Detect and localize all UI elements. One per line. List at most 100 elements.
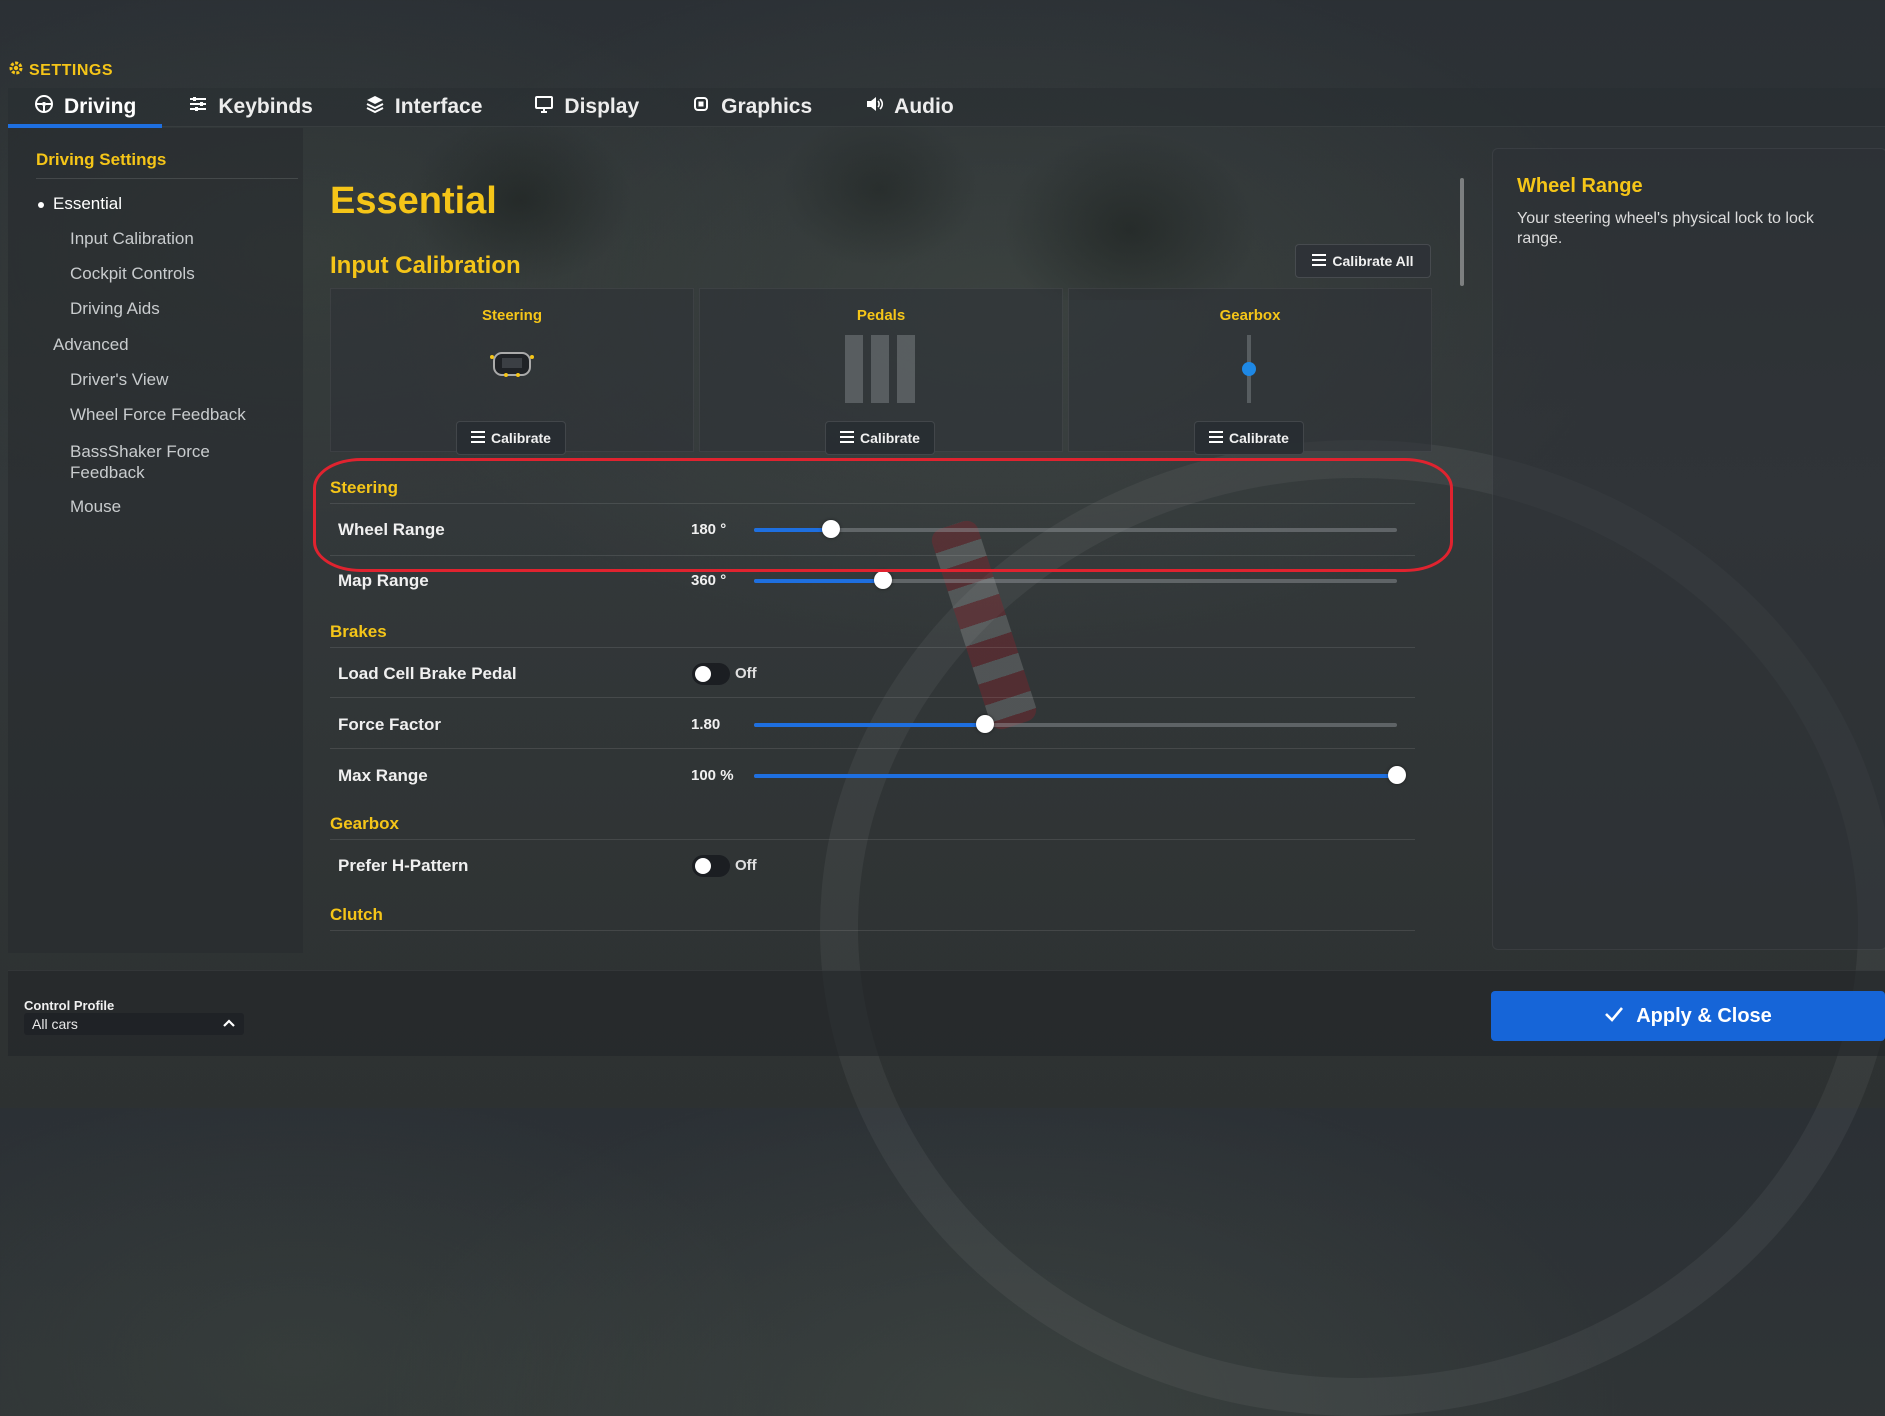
map-range-slider[interactable] bbox=[754, 571, 1397, 589]
speaker-icon bbox=[864, 94, 884, 120]
apply-close-button[interactable]: Apply & Close bbox=[1491, 991, 1885, 1041]
tab-graphics[interactable]: Graphics bbox=[665, 88, 838, 126]
red-highlight-annotation bbox=[313, 458, 1453, 572]
list-icon bbox=[1209, 430, 1224, 446]
tab-bar: Driving Keybinds Interface Display Graph… bbox=[8, 88, 1885, 128]
apply-close-label: Apply & Close bbox=[1636, 1004, 1772, 1027]
sidebar-divider bbox=[36, 178, 298, 179]
sidebar-item-bassshaker-force-feedback[interactable]: BassShaker Force Feedback bbox=[70, 441, 210, 483]
pedals-graphic-icon bbox=[843, 335, 919, 410]
force-factor-label: Force Factor bbox=[338, 715, 441, 734]
tab-label: Graphics bbox=[721, 95, 813, 118]
slider-knob[interactable] bbox=[1388, 766, 1406, 784]
control-profile-value: All cars bbox=[32, 1016, 78, 1032]
monitor-icon bbox=[534, 94, 554, 120]
tab-label: Interface bbox=[394, 95, 483, 118]
brakes-section-title: Brakes bbox=[330, 622, 387, 641]
toggle-knob bbox=[695, 666, 711, 682]
pedals-card-title: Pedals bbox=[856, 307, 906, 324]
clutch-section-title: Clutch bbox=[330, 905, 383, 924]
steering-calibrate-button[interactable]: Calibrate bbox=[456, 421, 566, 455]
tab-label: Audio bbox=[894, 95, 954, 118]
tab-display[interactable]: Display bbox=[508, 88, 665, 126]
input-calibration-title: Input Calibration bbox=[330, 252, 521, 279]
max-range-value: 100 % bbox=[691, 767, 734, 784]
gearbox-calibrate-button[interactable]: Calibrate bbox=[1194, 421, 1304, 455]
sidebar-item-cockpit-controls[interactable]: Cockpit Controls bbox=[70, 264, 195, 284]
layers-icon bbox=[365, 94, 385, 120]
steering-card-title: Steering bbox=[481, 307, 542, 324]
sidebar: Driving Settings Essential Input Calibra… bbox=[8, 128, 303, 953]
gearbox-card-title: Gearbox bbox=[1219, 307, 1281, 324]
gearbox-card: Gearbox Calibrate bbox=[1068, 288, 1432, 455]
max-range-slider[interactable] bbox=[754, 766, 1406, 784]
slider-knob[interactable] bbox=[873, 571, 892, 589]
sidebar-item-mouse[interactable]: Mouse bbox=[70, 497, 121, 517]
slider-fill bbox=[754, 774, 1397, 778]
force-factor-value: 1.80 bbox=[691, 716, 721, 733]
chevron-up-icon bbox=[222, 1016, 236, 1035]
checkmark-icon bbox=[1604, 1005, 1624, 1028]
steering-wheel-icon bbox=[34, 94, 54, 120]
pedals-calibrate-button[interactable]: Calibrate bbox=[825, 421, 935, 455]
divider bbox=[330, 748, 1415, 749]
control-profile-label: Control Profile bbox=[24, 998, 115, 1013]
steering-wheel-graphic-icon bbox=[484, 345, 540, 386]
divider bbox=[330, 839, 1415, 840]
prefer-h-pattern-state: Off bbox=[735, 857, 757, 874]
sidebar-item-driving-aids[interactable]: Driving Aids bbox=[70, 299, 160, 319]
toggle-knob bbox=[695, 858, 711, 874]
map-range-value: 360 ° bbox=[691, 572, 727, 589]
footer-bar: Control Profile All cars Apply & Close bbox=[8, 970, 1885, 1056]
sidebar-item-wheel-force-feedback[interactable]: Wheel Force Feedback bbox=[70, 405, 246, 425]
list-icon bbox=[840, 430, 855, 446]
scrollbar-thumb[interactable] bbox=[1460, 178, 1464, 286]
sidebar-item-drivers-view[interactable]: Driver's View bbox=[70, 370, 168, 390]
divider bbox=[330, 930, 1415, 931]
info-panel: Wheel Range Your steering wheel's physic… bbox=[1492, 148, 1885, 950]
sliders-icon bbox=[188, 94, 208, 120]
info-title: Wheel Range bbox=[1517, 175, 1643, 197]
gearbox-section-title: Gearbox bbox=[330, 814, 399, 833]
calibrate-label: Calibrate bbox=[860, 430, 920, 446]
divider bbox=[330, 697, 1415, 698]
page-title: Essential bbox=[330, 180, 497, 222]
calibrate-label: Calibrate bbox=[491, 430, 551, 446]
list-icon bbox=[471, 430, 486, 446]
tab-audio[interactable]: Audio bbox=[838, 88, 979, 126]
sidebar-item-essential[interactable]: Essential bbox=[38, 194, 122, 214]
info-description: Your steering wheel's physical lock to l… bbox=[1517, 210, 1814, 247]
settings-header: SETTINGS bbox=[8, 60, 113, 81]
control-profile-select[interactable]: All cars bbox=[24, 1013, 244, 1035]
tab-interface[interactable]: Interface bbox=[339, 88, 509, 126]
steering-card: Steering Calibrate bbox=[330, 288, 694, 455]
sidebar-item-input-calibration[interactable]: Input Calibration bbox=[70, 229, 194, 249]
slider-knob[interactable] bbox=[976, 715, 995, 733]
prefer-h-pattern-label: Prefer H-Pattern bbox=[338, 856, 469, 875]
tab-label: Keybinds bbox=[218, 95, 313, 118]
load-cell-brake-label: Load Cell Brake Pedal bbox=[338, 664, 517, 683]
pedals-card: Pedals Calibrate bbox=[699, 288, 1063, 455]
slider-fill bbox=[754, 723, 986, 727]
gear-icon bbox=[8, 60, 24, 81]
list-icon bbox=[1312, 253, 1327, 269]
max-range-label: Max Range bbox=[338, 766, 428, 785]
tab-keybinds[interactable]: Keybinds bbox=[162, 88, 339, 126]
load-cell-brake-state: Off bbox=[735, 665, 757, 682]
calibrate-all-button[interactable]: Calibrate All bbox=[1295, 244, 1431, 278]
tab-label: Display bbox=[564, 95, 640, 118]
gearbox-graphic-icon bbox=[1239, 335, 1259, 410]
tab-label: Driving bbox=[64, 95, 137, 118]
slider-fill bbox=[754, 579, 883, 583]
sidebar-title: Driving Settings bbox=[36, 150, 167, 169]
prefer-h-pattern-toggle[interactable] bbox=[692, 855, 730, 877]
tab-driving[interactable]: Driving bbox=[8, 88, 163, 128]
settings-title: SETTINGS bbox=[29, 61, 114, 79]
force-factor-slider[interactable] bbox=[754, 715, 1397, 733]
map-range-label: Map Range bbox=[338, 571, 429, 590]
sidebar-item-advanced[interactable]: Advanced bbox=[53, 335, 129, 355]
calibrate-all-label: Calibrate All bbox=[1332, 253, 1414, 269]
calibrate-label: Calibrate bbox=[1229, 430, 1289, 446]
load-cell-brake-toggle[interactable] bbox=[692, 663, 730, 685]
divider bbox=[330, 647, 1415, 648]
